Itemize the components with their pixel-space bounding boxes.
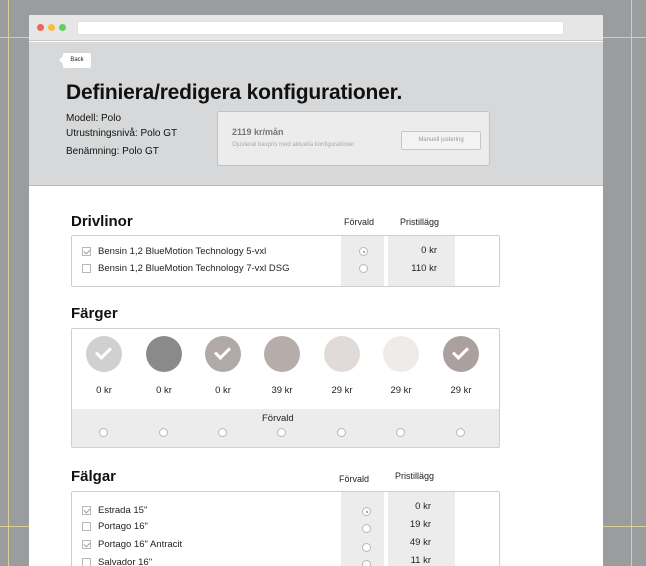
section-title-drivlinor: Drivlinor: [71, 213, 133, 230]
default-radio[interactable]: [362, 524, 371, 533]
checkbox[interactable]: [82, 506, 91, 515]
drivlinor-list: Bensin 1,2 BlueMotion Technology 5-vxl 0…: [71, 235, 500, 287]
price-value: 49 kr: [409, 537, 431, 548]
color-selector: Förvald 0 kr 0 kr 0 kr 39 kr 29 kr 29 kr…: [71, 328, 500, 448]
guide-line: [8, 0, 9, 566]
default-radio[interactable]: [159, 428, 168, 437]
price-column: [388, 236, 455, 286]
option-label: Portago 16" Antracit: [98, 539, 183, 550]
swatch-price: 39 kr: [271, 385, 293, 396]
checkbox[interactable]: [82, 247, 91, 256]
check-icon: [214, 343, 231, 360]
address-bar[interactable]: [77, 21, 564, 35]
default-radio[interactable]: [337, 428, 346, 437]
section-title-farger: Färger: [71, 305, 118, 322]
check-icon: [95, 343, 112, 360]
price-description: Ojusterat baspris med aktuella konfigura…: [232, 142, 355, 148]
color-swatch[interactable]: [383, 336, 419, 372]
price-value: 11 kr: [410, 555, 431, 566]
back-button[interactable]: Back: [59, 53, 91, 68]
column-header-default: Förvald: [339, 474, 370, 484]
minimize-window-icon[interactable]: [48, 24, 55, 31]
list-item[interactable]: Bensin 1,2 BlueMotion Technology 5-vxl: [82, 246, 266, 257]
falgar-list: Estrada 15" 0 kr Portago 16" 19 kr Porta…: [71, 491, 500, 566]
list-item[interactable]: Salvador 16": [82, 557, 152, 566]
browser-window: Back Definiera/redigera konfigurationer.…: [29, 15, 603, 566]
price-summary-box: 2119 kr/mån Ojusterat baspris med aktuel…: [217, 111, 490, 166]
option-label: Bensin 1,2 BlueMotion Technology 5-vxl: [98, 246, 267, 257]
option-label: Portago 16": [98, 521, 148, 532]
default-radio[interactable]: [99, 428, 108, 437]
column-header-price: Pristillägg: [395, 471, 435, 481]
checkbox[interactable]: [82, 264, 91, 273]
color-swatch[interactable]: [264, 336, 300, 372]
color-swatch[interactable]: [86, 336, 122, 372]
default-radio[interactable]: [396, 428, 405, 437]
option-label: Salvador 16": [98, 557, 153, 566]
color-swatch[interactable]: [146, 336, 182, 372]
column-header-default: Förvald: [344, 217, 375, 227]
option-label: Estrada 15": [98, 505, 148, 516]
config-header: Back Definiera/redigera konfigurationer.…: [29, 42, 603, 186]
color-swatch[interactable]: [205, 336, 241, 372]
check-icon: [452, 343, 469, 360]
column-header-price: Pristillägg: [400, 217, 440, 227]
swatch-price: 0 kr: [96, 385, 112, 396]
list-item[interactable]: Bensin 1,2 BlueMotion Technology 7-vxl D…: [82, 263, 290, 274]
default-radio[interactable]: [359, 247, 368, 256]
maximize-window-icon[interactable]: [59, 24, 66, 31]
section-title-falgar: Fälgar: [71, 468, 117, 485]
designation-label: Benämning: Polo GT: [66, 146, 159, 157]
price-value: 19 kr: [409, 519, 431, 530]
default-radio[interactable]: [362, 507, 371, 516]
list-item[interactable]: Portago 16" Antracit: [82, 539, 182, 550]
list-item[interactable]: Portago 16": [82, 521, 148, 532]
price-value: 0 kr: [415, 501, 431, 512]
model-label: Modell: Polo: [66, 113, 122, 124]
list-item[interactable]: Estrada 15": [82, 505, 147, 516]
option-label: Bensin 1,2 BlueMotion Technology 7-vxl D…: [98, 263, 290, 274]
default-radio[interactable]: [362, 560, 371, 566]
swatch-price: 29 kr: [390, 385, 412, 396]
default-radio[interactable]: [362, 543, 371, 552]
browser-chrome: [29, 15, 603, 41]
swatch-price: 29 kr: [331, 385, 353, 396]
guide-line: [631, 0, 632, 566]
default-row-label: Förvald: [262, 413, 294, 424]
default-column: [341, 236, 384, 286]
swatch-price: 0 kr: [215, 385, 231, 396]
checkbox[interactable]: [82, 522, 91, 531]
manual-adjust-button[interactable]: Manuell justering: [401, 131, 481, 150]
default-radio[interactable]: [359, 264, 368, 273]
default-radio[interactable]: [277, 428, 286, 437]
default-radio[interactable]: [218, 428, 227, 437]
color-swatch[interactable]: [443, 336, 479, 372]
equipment-level-label: Utrustningsnivå: Polo GT: [66, 128, 178, 139]
default-radio[interactable]: [456, 428, 465, 437]
close-window-icon[interactable]: [37, 24, 44, 31]
price-value: 0 kr: [421, 245, 437, 256]
swatch-price: 0 kr: [156, 385, 172, 396]
price-value: 110 kr: [411, 263, 437, 274]
checkbox[interactable]: [82, 558, 91, 566]
checkbox[interactable]: [82, 540, 91, 549]
swatch-price: 29 kr: [450, 385, 472, 396]
monthly-price: 2119 kr/mån: [232, 127, 284, 137]
page-title: Definiera/redigera konfigurationer.: [66, 81, 403, 104]
color-swatch[interactable]: [324, 336, 360, 372]
